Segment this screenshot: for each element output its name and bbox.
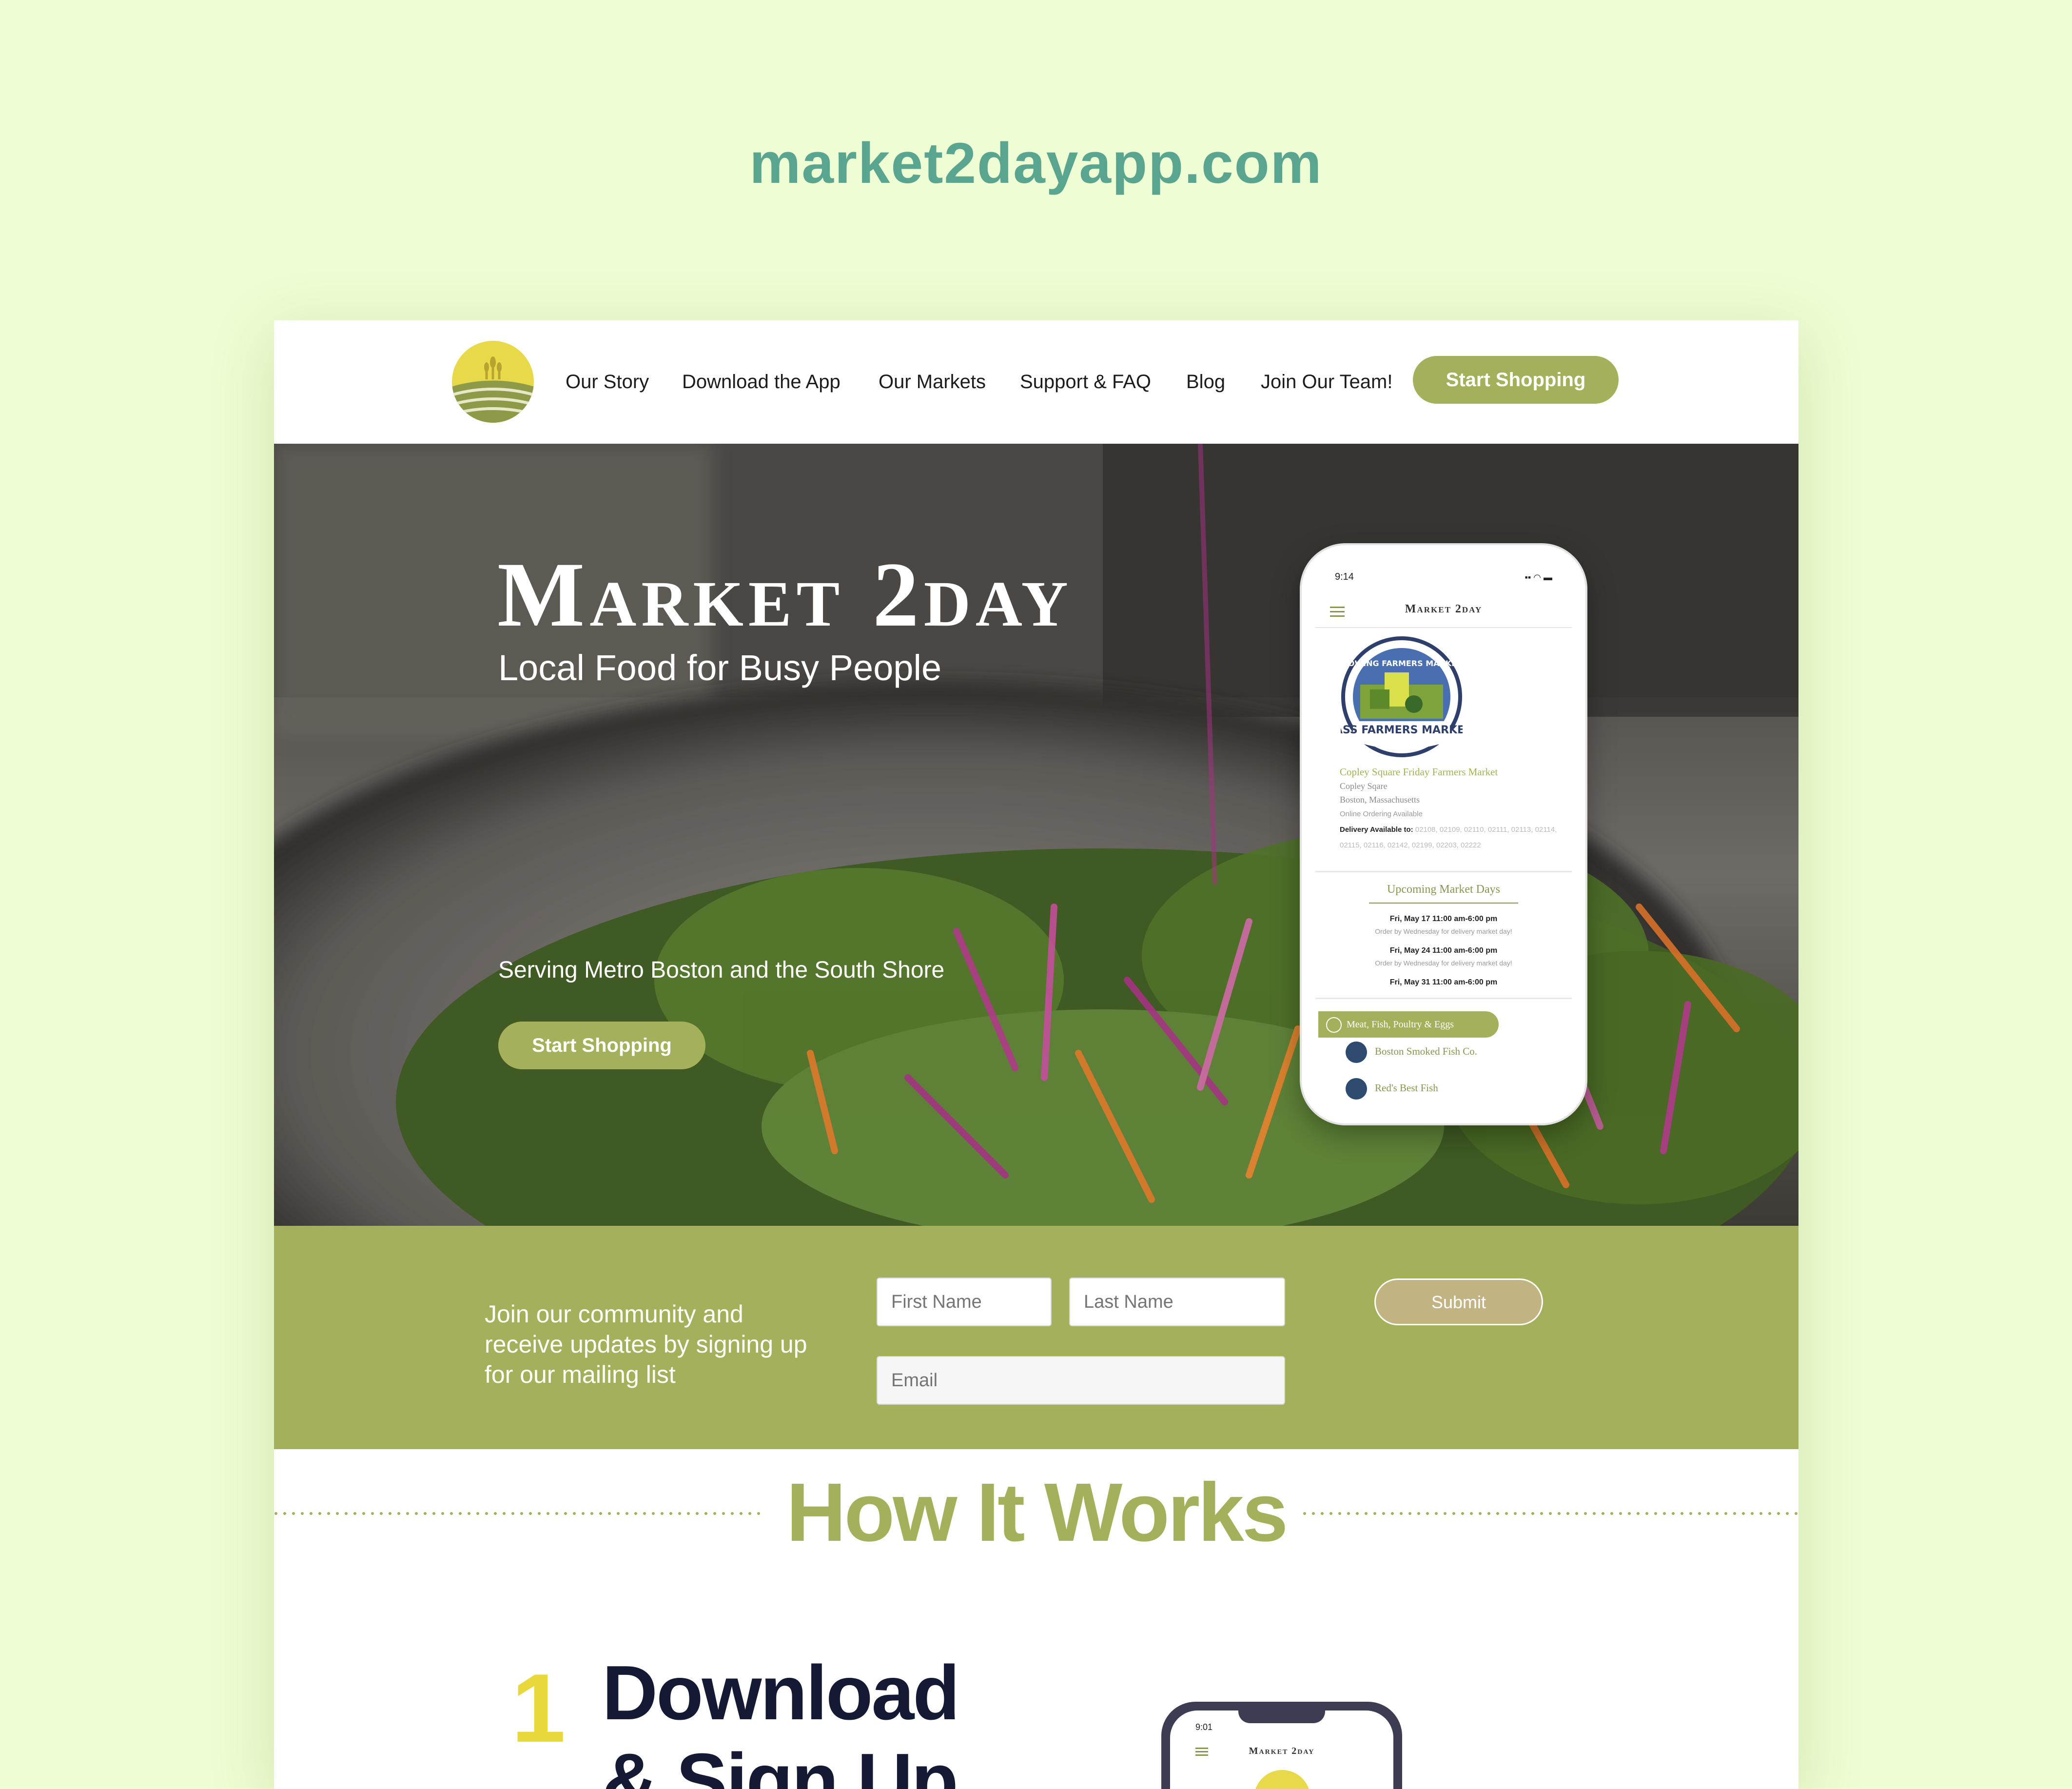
hamburger-menu-icon[interactable] [1195,1748,1208,1756]
phone-screen: 9:14 ▪▪ ◠ ▬ Market 2day MASS FAR [1315,559,1572,1110]
mailing-list-section: Join our community and receive updates b… [274,1226,1798,1449]
hero-title: Market 2day [497,544,1073,646]
step-number: 1 [511,1654,566,1763]
site-header: Our Story Download the App Our Markets S… [274,320,1798,444]
market2day-logo-small [1254,1770,1310,1789]
step-title: Download & Sign Up [602,1649,960,1789]
phone-address-line-1: Copley Sqare [1340,781,1388,791]
phone-section-rule [1369,903,1518,904]
dotted-divider-right [1303,1512,1798,1515]
phone-status-icons: ▪▪ ◠ ▬ [1525,572,1552,582]
hero-subtitle: Local Food for Busy People [498,648,942,688]
phone-market-day-note: Order by Wednesday for delivery market d… [1375,927,1512,935]
first-name-field[interactable] [877,1278,1052,1326]
phone-market-day: Fri, May 24 11:00 am-6:00 pm [1389,946,1498,955]
phone-market-day-note: Order by Wednesday for delivery market d… [1375,959,1512,967]
hero-tagline: Serving Metro Boston and the South Shore [498,957,945,983]
phone-status-time: 9:14 [1335,571,1354,582]
header-start-shopping-button[interactable]: Start Shopping [1413,356,1619,404]
email-field[interactable] [877,1356,1285,1405]
submit-button[interactable]: Submit [1374,1278,1543,1325]
badge-top-text: GROWING FARMERS MARKETS [1341,659,1463,668]
phone-divider [1315,871,1572,872]
phone-app-brand: Market 2day [1405,603,1483,615]
nav-our-markets[interactable]: Our Markets [879,320,986,444]
phone-address-line-2: Boston, Massachusetts [1340,795,1420,805]
page-url-label: market2dayapp.com [749,131,1323,196]
phone-market-name[interactable]: Copley Square Friday Farmers Market [1340,766,1498,778]
step-title-line-1: Download [602,1650,960,1736]
phone-delivery-zips: Delivery Available to: 02108, 02109, 021… [1340,822,1564,853]
phone2-notch [1238,1705,1325,1723]
hero-section: Market 2day Local Food for Busy People S… [274,444,1798,1226]
badge-bottom-text: MASS FARMERS MARKETS [1341,724,1463,736]
nav-download-app[interactable]: Download the App [682,320,841,444]
last-name-field[interactable] [1069,1278,1285,1326]
phone-market-day: Fri, May 17 11:00 am-6:00 pm [1389,915,1498,923]
mass-farmers-markets-badge: MASS FARMERS MARKETS GROWING FARMERS MAR… [1341,636,1463,757]
phone-app-titlebar: Market 2day [1315,598,1572,628]
nav-join-team[interactable]: Join Our Team! [1261,320,1393,444]
phone2-status-time: 9:01 [1195,1722,1213,1732]
hero-start-shopping-button[interactable]: Start Shopping [498,1022,705,1069]
phone-mockup: 9:14 ▪▪ ◠ ▬ Market 2day MASS FAR [1302,545,1585,1123]
nav-our-story[interactable]: Our Story [566,320,649,444]
phone-upcoming-title: Upcoming Market Days [1387,883,1500,896]
nav-support-faq[interactable]: Support & FAQ [1020,320,1151,444]
mailing-list-text: Join our community and receive updates b… [485,1300,807,1388]
step-title-line-2: & Sign Up [602,1738,958,1789]
website-screenshot: Our Story Download the App Our Markets S… [274,320,1798,1789]
nav-blog[interactable]: Blog [1186,320,1225,444]
phone-ordering-status: Online Ordering Available [1340,810,1423,818]
how-it-works-section: How It Works 1 Download & Sign Up [274,1449,1798,1789]
delivery-label: Delivery Available to: [1340,826,1413,834]
